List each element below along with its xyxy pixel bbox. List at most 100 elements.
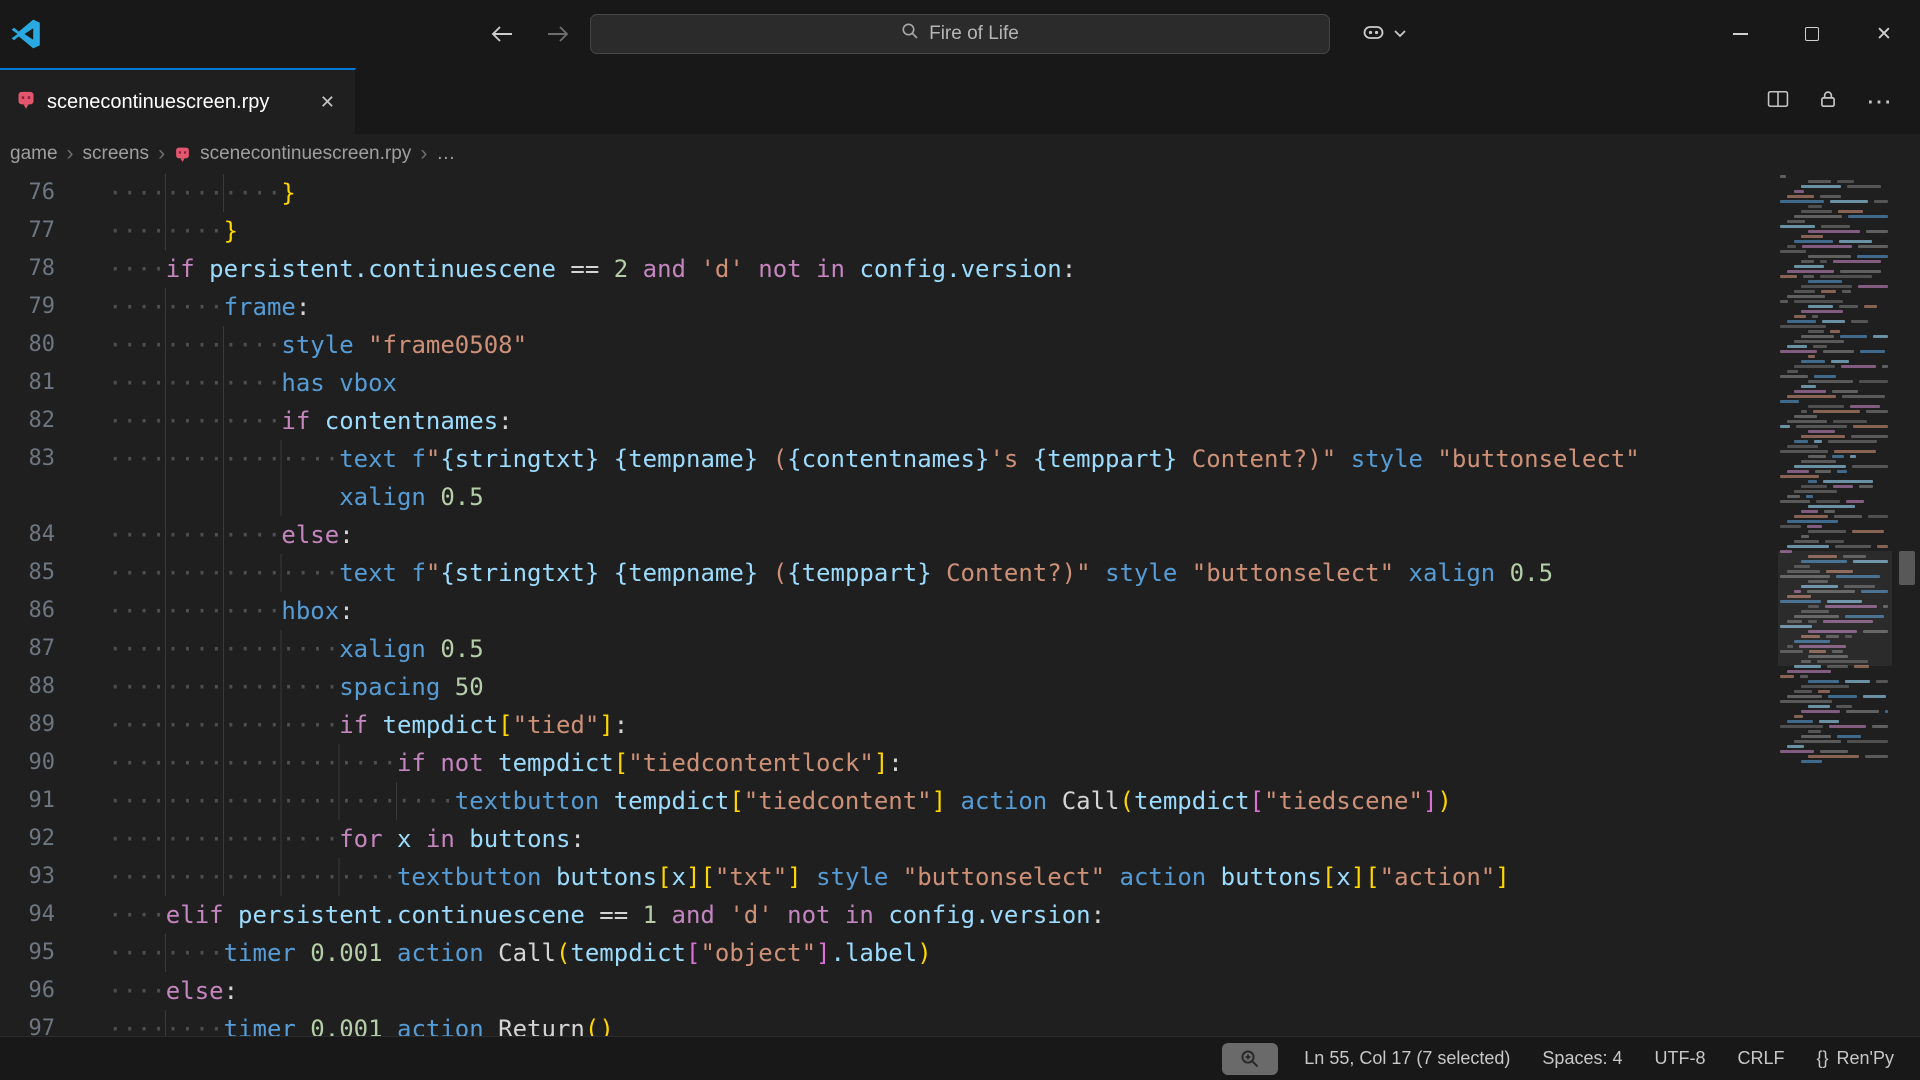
line-number[interactable]: 85 xyxy=(0,554,55,592)
maximize-button[interactable] xyxy=(1776,0,1848,68)
breadcrumb-symbol[interactable]: … xyxy=(436,143,455,165)
minimap-bar xyxy=(1808,180,1831,183)
minimap-slider[interactable] xyxy=(1778,551,1892,666)
code-token: : xyxy=(339,597,353,625)
line-number[interactable]: 79 xyxy=(0,288,55,326)
code-token xyxy=(1047,787,1061,815)
code-token: else xyxy=(166,977,224,1005)
line-number[interactable]: 81 xyxy=(0,364,55,402)
code-line[interactable]: 92················for x in buttons: xyxy=(0,820,1920,858)
minimap-bar xyxy=(1787,470,1809,473)
line-number[interactable]: 83 xyxy=(0,440,55,478)
code-line[interactable]: 80············style "frame0508" xyxy=(0,326,1920,364)
minimap-bar xyxy=(1866,410,1888,413)
code-token: tempdict xyxy=(1134,787,1250,815)
minimap-bar xyxy=(1851,435,1888,438)
zoom-indicator[interactable] xyxy=(1222,1043,1278,1075)
line-number[interactable]: 88 xyxy=(0,668,55,706)
forward-button[interactable] xyxy=(542,18,574,50)
code-token: else xyxy=(281,521,339,549)
code-line[interactable]: 84············else: xyxy=(0,516,1920,554)
line-number[interactable]: 76 xyxy=(0,174,55,212)
code-line[interactable]: 87················xalign 0.5 xyxy=(0,630,1920,668)
code-line[interactable]: 78····if persistent.continuescene == 2 a… xyxy=(0,250,1920,288)
minimap-bar xyxy=(1872,725,1888,728)
code-line[interactable]: 85················text f"{stringtxt} {te… xyxy=(0,554,1920,592)
language-mode-status[interactable]: {} Ren'Py xyxy=(1817,1048,1895,1069)
code-text: ············if contentnames: xyxy=(55,402,513,440)
breadcrumb-filename[interactable]: scenecontinuescreen.rpy xyxy=(200,143,411,165)
line-number[interactable]: 93 xyxy=(0,858,55,896)
code-line[interactable]: 89················if tempdict["tied"]: xyxy=(0,706,1920,744)
line-number[interactable]: 87 xyxy=(0,630,55,668)
breadcrumb-screens[interactable]: screens xyxy=(83,143,150,165)
eol-status[interactable]: CRLF xyxy=(1737,1048,1784,1069)
line-number[interactable]: 86 xyxy=(0,592,55,630)
minimap-bar xyxy=(1847,740,1888,743)
line-number[interactable]: 78 xyxy=(0,250,55,288)
code-line[interactable]: 77········} xyxy=(0,212,1920,250)
line-number[interactable]: 80 xyxy=(0,326,55,364)
code-token: tempdict xyxy=(614,787,730,815)
code-line[interactable]: 93····················textbutton buttons… xyxy=(0,858,1920,896)
line-number[interactable]: 77 xyxy=(0,212,55,250)
code-line[interactable]: 97········timer 0.001 action Return() xyxy=(0,1010,1920,1036)
minimap-bar xyxy=(1780,275,1797,278)
code-line[interactable]: 86············hbox: xyxy=(0,592,1920,630)
code-line[interactable]: 96····else: xyxy=(0,972,1920,1010)
encoding-status[interactable]: UTF-8 xyxy=(1654,1048,1705,1069)
code-token xyxy=(296,1015,310,1036)
indentation-status[interactable]: Spaces: 4 xyxy=(1542,1048,1622,1069)
command-center-search[interactable]: Fire of Life xyxy=(590,14,1330,54)
minimize-button[interactable] xyxy=(1704,0,1776,68)
split-editor-icon[interactable] xyxy=(1766,89,1790,114)
close-window-button[interactable]: ✕ xyxy=(1848,0,1920,68)
line-number[interactable]: 82 xyxy=(0,402,55,440)
code-token: : xyxy=(296,293,310,321)
minimap-bar xyxy=(1866,230,1888,233)
line-number[interactable]: 95 xyxy=(0,934,55,972)
line-number[interactable]: 91 xyxy=(0,782,55,820)
code-token: ] xyxy=(1495,863,1509,891)
copilot-menu[interactable] xyxy=(1360,0,1407,68)
line-number[interactable]: 96 xyxy=(0,972,55,1010)
vertical-scrollbar-thumb[interactable] xyxy=(1899,551,1915,585)
code-line[interactable]: 94····elif persistent.continuescene == 1… xyxy=(0,896,1920,934)
code-token: tempdict xyxy=(570,939,686,967)
code-line[interactable]: 95········timer 0.001 action Call(tempdi… xyxy=(0,934,1920,972)
code-line[interactable]: 88················spacing 50 xyxy=(0,668,1920,706)
line-number[interactable]: 90 xyxy=(0,744,55,782)
line-number[interactable] xyxy=(0,478,55,516)
code-line[interactable]: 79········frame: xyxy=(0,288,1920,326)
line-number[interactable]: 84 xyxy=(0,516,55,554)
minimap-bar xyxy=(1837,180,1854,183)
line-number[interactable]: 92 xyxy=(0,820,55,858)
code-token: ················ xyxy=(108,820,339,858)
tab-scenecontinuescreen[interactable]: scenecontinuescreen.rpy ✕ xyxy=(0,68,356,134)
code-line[interactable]: 81············has vbox xyxy=(0,364,1920,402)
code-line[interactable]: 82············if contentnames: xyxy=(0,402,1920,440)
minimap-bar xyxy=(1780,500,1810,503)
code-line[interactable]: 90····················if not tempdict["t… xyxy=(0,744,1920,782)
breadcrumb-game[interactable]: game xyxy=(10,143,58,165)
line-number[interactable]: 89 xyxy=(0,706,55,744)
minimap[interactable] xyxy=(1778,174,1892,1036)
lock-icon[interactable] xyxy=(1818,89,1838,114)
code-line[interactable]: xalign 0.5 xyxy=(0,478,1920,516)
back-button[interactable] xyxy=(486,18,518,50)
minimap-bar xyxy=(1829,725,1866,728)
code-token xyxy=(686,255,700,283)
editor[interactable]: 76············}77········}78····if persi… xyxy=(0,174,1920,1036)
cursor-position-status[interactable]: Ln 55, Col 17 (7 selected) xyxy=(1304,1048,1510,1069)
code-token xyxy=(426,749,440,777)
line-number[interactable]: 94 xyxy=(0,896,55,934)
code-token: : xyxy=(1091,901,1105,929)
code-token: 'd' xyxy=(729,901,772,929)
line-number[interactable]: 97 xyxy=(0,1010,55,1036)
code-line[interactable]: 91························textbutton tem… xyxy=(0,782,1920,820)
minimap-bar xyxy=(1801,485,1827,488)
code-line[interactable]: 83················text f"{stringtxt} {te… xyxy=(0,440,1920,478)
tab-close-icon[interactable]: ✕ xyxy=(316,90,339,115)
code-line[interactable]: 76············} xyxy=(0,174,1920,212)
more-actions-icon[interactable]: ⋯ xyxy=(1866,88,1892,114)
